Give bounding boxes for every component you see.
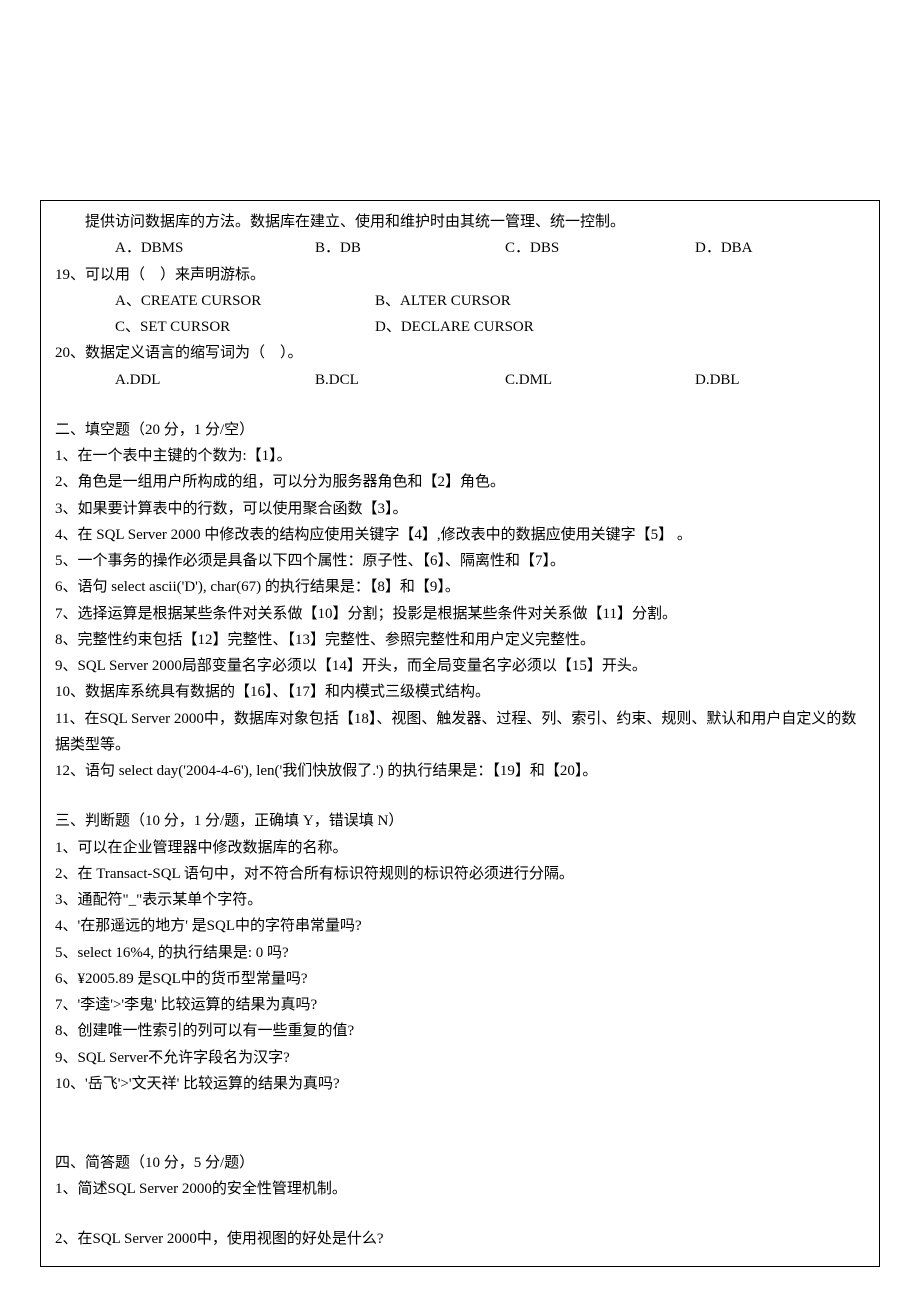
true-false-item: 7、'李逵'>'李鬼' 比较运算的结果为真吗? <box>55 992 865 1018</box>
option-a: A．DBMS <box>115 235 315 261</box>
fill-blank-item: 6、语句 select ascii('D'), char(67) 的执行结果是：… <box>55 574 865 600</box>
fill-blank-item: 2、角色是一组用户所构成的组，可以分为服务器角色和【2】角色。 <box>55 469 865 495</box>
fill-blank-item: 12、语句 select day('2004-4-6'), len('我们快放假… <box>55 758 865 784</box>
true-false-item: 1、可以在企业管理器中修改数据库的名称。 <box>55 835 865 861</box>
option-b: B.DCL <box>315 367 505 393</box>
option-d: D.DBL <box>695 367 835 393</box>
option-b: B、ALTER CURSOR <box>375 288 635 314</box>
fill-blank-item: 1、在一个表中主键的个数为:【1】。 <box>55 443 865 469</box>
q19-options-row2: C、SET CURSOR D、DECLARE CURSOR <box>55 314 865 340</box>
section-3-title: 三、判断题（10 分，1 分/题，正确填 Y，错误填 N） <box>55 808 865 834</box>
option-d: D．DBA <box>695 235 835 261</box>
short-answer-item: 1、简述SQL Server 2000的安全性管理机制。 <box>55 1176 865 1202</box>
fill-blank-item: 9、SQL Server 2000局部变量名字必须以【14】开头，而全局变量名字… <box>55 653 865 679</box>
option-a: A.DDL <box>115 367 315 393</box>
true-false-item: 4、'在那遥远的地方' 是SQL中的字符串常量吗? <box>55 913 865 939</box>
option-a: A、CREATE CURSOR <box>115 288 375 314</box>
option-b: B．DB <box>315 235 505 261</box>
true-false-item: 5、select 16%4, 的执行结果是: 0 吗? <box>55 940 865 966</box>
option-c: C.DML <box>505 367 695 393</box>
true-false-item: 6、¥2005.89 是SQL中的货币型常量吗? <box>55 966 865 992</box>
true-false-item: 9、SQL Server不允许字段名为汉字? <box>55 1045 865 1071</box>
true-false-item: 8、创建唯一性索引的列可以有一些重复的值? <box>55 1018 865 1044</box>
q18-options: A．DBMS B．DB C．DBS D．DBA <box>55 235 865 261</box>
q18-continuation: 提供访问数据库的方法。数据库在建立、使用和维护时由其统一管理、统一控制。 <box>55 209 865 235</box>
true-false-item: 2、在 Transact-SQL 语句中，对不符合所有标识符规则的标识符必须进行… <box>55 861 865 887</box>
option-c: C．DBS <box>505 235 695 261</box>
fill-blank-item: 8、完整性约束包括【12】完整性、【13】完整性、参照完整性和用户定义完整性。 <box>55 627 865 653</box>
q20-stem: 20、数据定义语言的缩写词为（ ）。 <box>55 340 865 366</box>
content-frame: 提供访问数据库的方法。数据库在建立、使用和维护时由其统一管理、统一控制。 A．D… <box>40 200 880 1267</box>
fill-blank-item: 11、在SQL Server 2000中，数据库对象包括【18】、视图、触发器、… <box>55 706 865 759</box>
short-answer-item: 2、在SQL Server 2000中，使用视图的好处是什么? <box>55 1226 865 1252</box>
fill-blank-item: 10、数据库系统具有数据的【16】、【17】和内模式三级模式结构。 <box>55 679 865 705</box>
q19-stem: 19、可以用（ ）来声明游标。 <box>55 262 865 288</box>
true-false-item: 10、'岳飞'>'文天祥' 比较运算的结果为真吗? <box>55 1071 865 1097</box>
document-page: 提供访问数据库的方法。数据库在建立、使用和维护时由其统一管理、统一控制。 A．D… <box>0 0 920 1307</box>
fill-blank-item: 7、选择运算是根据某些条件对关系做【10】分割；投影是根据某些条件对关系做【11… <box>55 601 865 627</box>
section-4-title: 四、简答题（10 分，5 分/题） <box>55 1150 865 1176</box>
true-false-item: 3、通配符"_"表示某单个字符。 <box>55 887 865 913</box>
section-2-title: 二、填空题（20 分，1 分/空） <box>55 417 865 443</box>
fill-blank-item: 3、如果要计算表中的行数，可以使用聚合函数【3】。 <box>55 496 865 522</box>
q19-options-row1: A、CREATE CURSOR B、ALTER CURSOR <box>55 288 865 314</box>
fill-blank-item: 5、一个事务的操作必须是具备以下四个属性：原子性、【6】、隔离性和【7】。 <box>55 548 865 574</box>
option-c: C、SET CURSOR <box>115 314 375 340</box>
option-d: D、DECLARE CURSOR <box>375 314 635 340</box>
fill-blank-item: 4、在 SQL Server 2000 中修改表的结构应使用关键字【4】,修改表… <box>55 522 865 548</box>
q20-options: A.DDL B.DCL C.DML D.DBL <box>55 367 865 393</box>
